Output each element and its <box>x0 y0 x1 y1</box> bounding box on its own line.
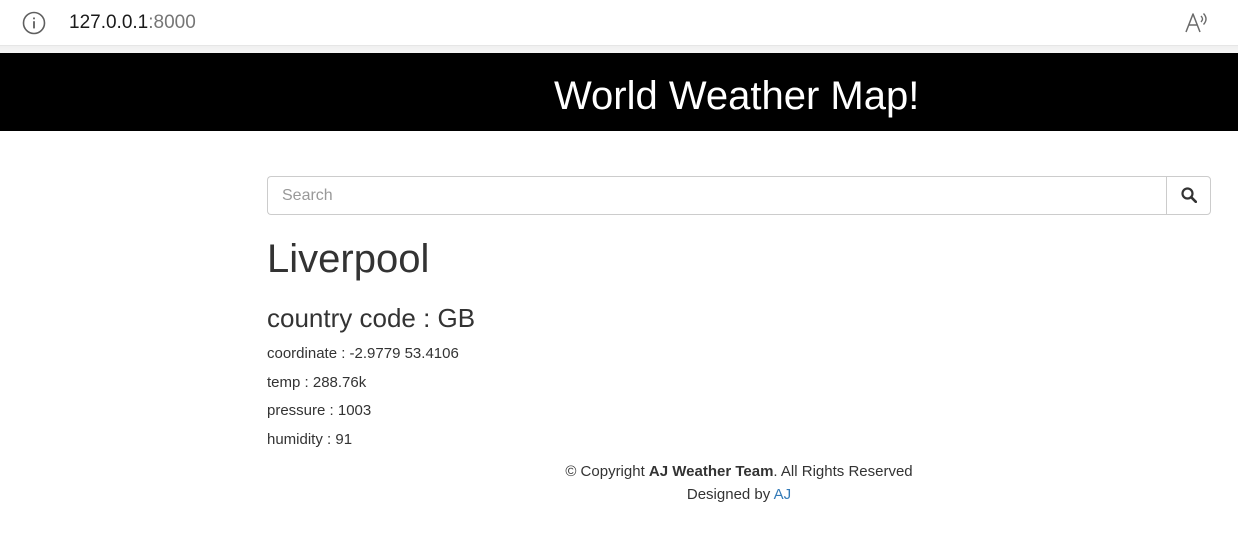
humidity-text: humidity : 91 <box>267 431 353 448</box>
address-url[interactable]: 127.0.0.1:8000 <box>69 12 196 34</box>
designed-by-line: Designed by AJ <box>0 483 1238 506</box>
team-name: AJ Weather Team <box>648 463 774 480</box>
copyright-prefix: © Copyright <box>565 463 649 480</box>
toolbar-divider <box>0 46 1238 53</box>
search-input[interactable] <box>267 176 1167 215</box>
browser-address-bar: 127.0.0.1:8000 <box>0 0 1238 46</box>
url-host: 127.0.0.1 <box>69 12 149 33</box>
city-name: Liverpool <box>267 237 430 281</box>
search-button[interactable] <box>1166 176 1211 215</box>
header-banner: World Weather Map! <box>0 53 1238 131</box>
page-title: World Weather Map! <box>554 74 920 118</box>
url-port: :8000 <box>148 12 196 33</box>
designer-link[interactable]: AJ <box>774 486 792 503</box>
info-icon[interactable] <box>22 11 46 35</box>
designed-by-label: Designed by <box>686 486 774 503</box>
read-aloud-icon[interactable] <box>1184 10 1212 36</box>
rights-text: . All Rights Reserved <box>773 463 913 480</box>
temperature-text: temp : 288.76k <box>267 374 367 391</box>
copyright-line: © Copyright AJ Weather Team. All Rights … <box>0 460 1238 483</box>
coordinate-text: coordinate : -2.9779 53.4106 <box>267 345 459 362</box>
pressure-text: pressure : 1003 <box>267 402 372 419</box>
country-code: country code : GB <box>267 303 476 333</box>
footer: © Copyright AJ Weather Team. All Rights … <box>0 460 1238 506</box>
search-group <box>267 176 1211 215</box>
